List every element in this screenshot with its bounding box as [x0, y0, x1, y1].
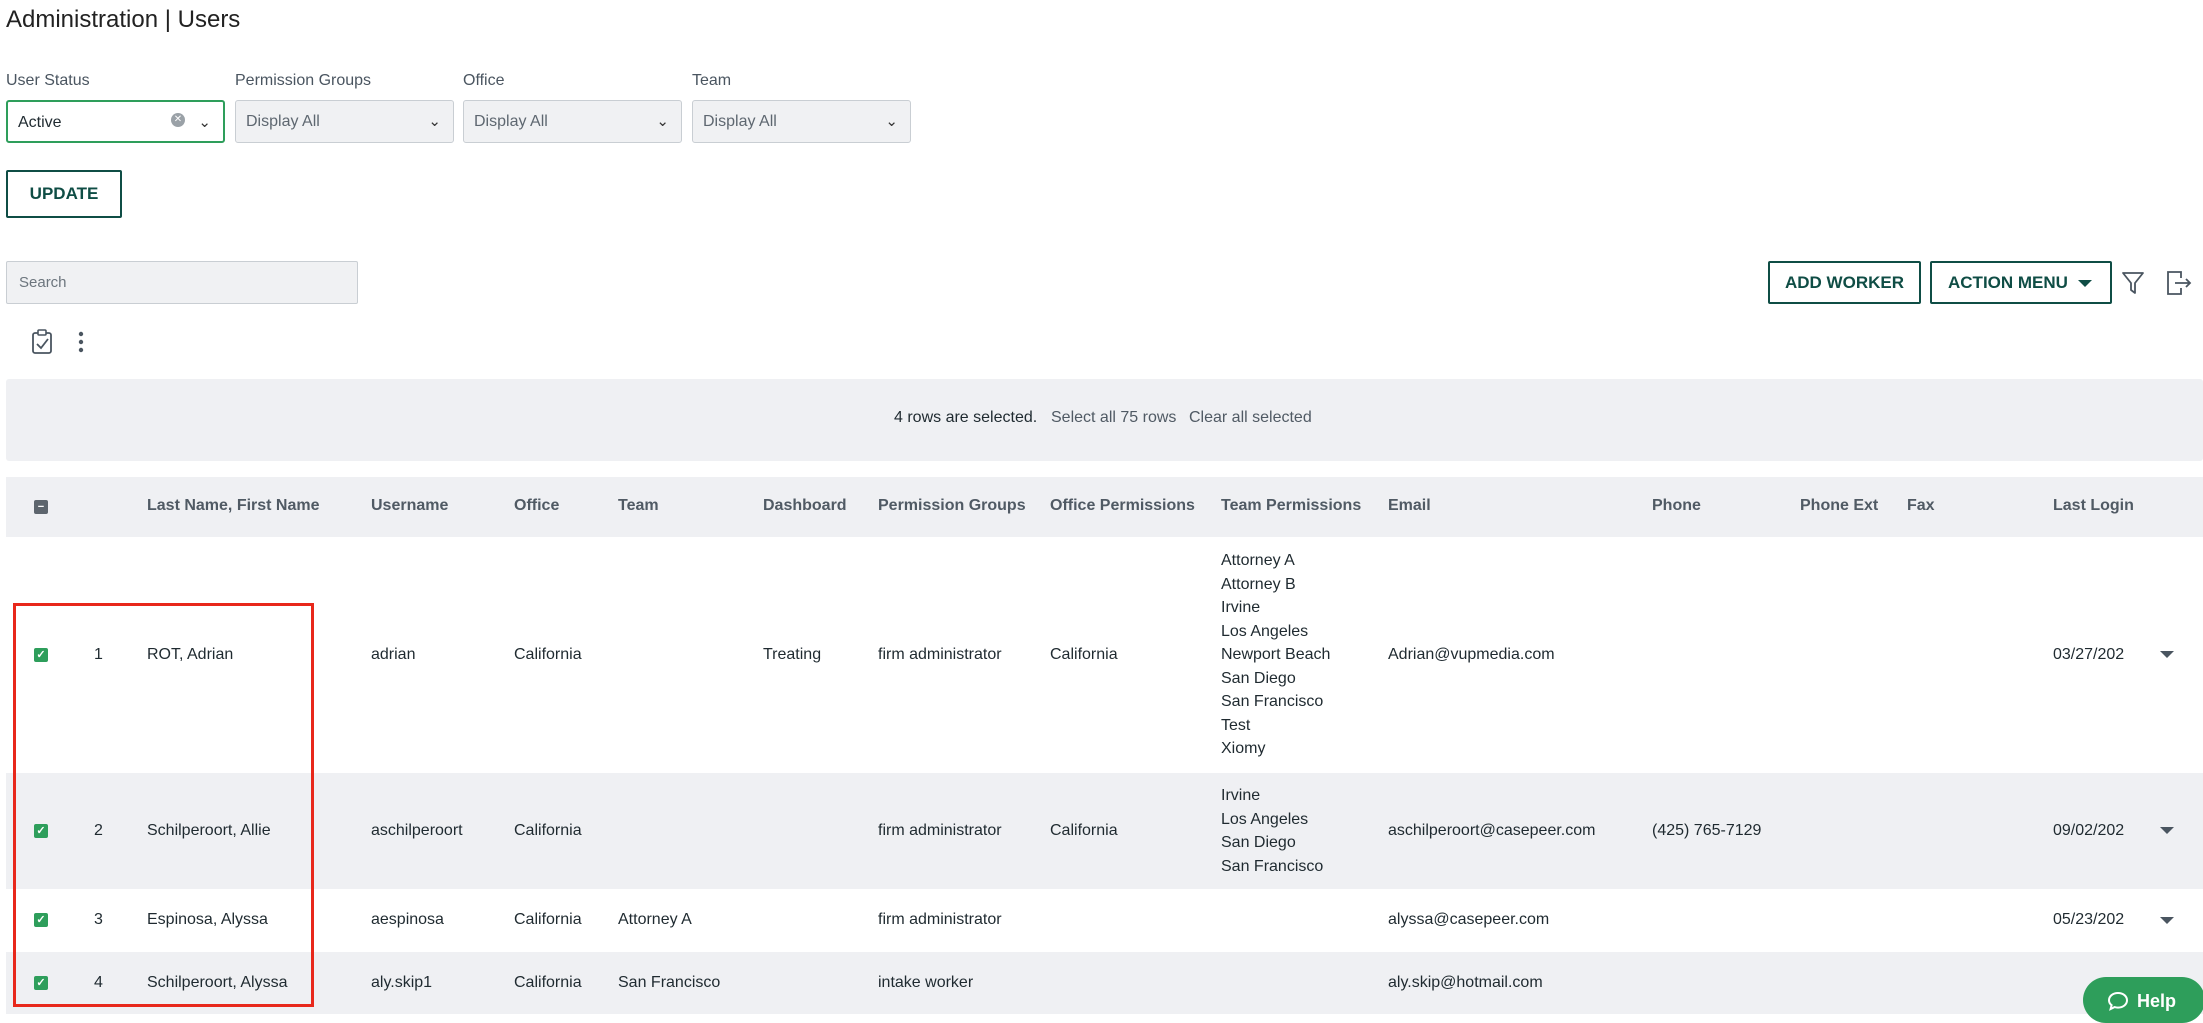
office-select[interactable]: Display All ⌄ [463, 100, 682, 143]
row-number: 2 [94, 822, 103, 839]
clipboard-check-icon[interactable] [30, 329, 54, 360]
username: aschilperoort [371, 822, 463, 839]
username: adrian [371, 646, 416, 663]
row-checkbox[interactable]: ✓ [34, 913, 48, 927]
filter-icon[interactable] [2121, 270, 2145, 301]
chevron-down-icon: ⌄ [885, 113, 898, 130]
email: aschilperoort@casepeer.com [1388, 822, 1596, 839]
filter-label-office: Office [463, 72, 505, 89]
team-permissions: Attorney A Attorney B Irvine Los Angeles… [1221, 552, 1331, 757]
email: alyssa@casepeer.com [1388, 911, 1550, 928]
help-button[interactable]: Help [2083, 977, 2203, 1023]
help-label: Help [2137, 991, 2177, 1011]
action-menu-button[interactable]: ACTION MENU [1930, 261, 2112, 304]
email: Adrian@vupmedia.com [1388, 646, 1555, 663]
row-checkbox[interactable]: ✓ [34, 976, 48, 990]
row-checkbox[interactable]: ✓ [34, 648, 48, 662]
row-number: 1 [94, 646, 103, 663]
row-number: 3 [94, 911, 103, 928]
permission-groups-select[interactable]: Display All ⌄ [235, 100, 454, 143]
office: California [514, 822, 582, 839]
expand-row-icon[interactable] [2160, 651, 2174, 658]
more-options-icon[interactable] [76, 330, 86, 359]
column-header-team-permissions[interactable]: Team Permissions [1221, 497, 1361, 515]
filter-label-user-status: User Status [6, 72, 90, 89]
office: California [514, 974, 582, 991]
row-checkbox[interactable]: ✓ [34, 824, 48, 838]
expand-row-icon[interactable] [2160, 917, 2174, 924]
dashboard: Treating [763, 646, 822, 663]
team-select[interactable]: Display All ⌄ [692, 100, 911, 143]
last-login: 09/02/202 [2053, 822, 2125, 839]
column-header-phone[interactable]: Phone [1652, 497, 1701, 515]
table-row[interactable]: ✓ 2 Schilperoort, Allie aschilperoort Ca… [6, 773, 2203, 889]
clear-all-link[interactable]: Clear all selected [1189, 409, 1312, 427]
chevron-down-icon: ⌄ [428, 113, 441, 130]
column-header-office[interactable]: Office [514, 497, 559, 515]
column-header-permission-groups[interactable]: Permission Groups [878, 497, 1026, 515]
update-button[interactable]: UPDATE [6, 170, 122, 218]
permission-groups-value: Display All [246, 113, 320, 130]
table-row[interactable]: ✓ 3 Espinosa, Alyssa aespinosa Californi… [6, 889, 2203, 952]
user-name[interactable]: Espinosa, Alyssa [147, 908, 268, 932]
username: aespinosa [371, 911, 444, 928]
office: California [514, 911, 582, 928]
permission-groups: intake worker [878, 974, 974, 991]
email: aly.skip@hotmail.com [1388, 974, 1543, 991]
last-login: 05/23/202 [2053, 911, 2125, 928]
add-worker-button[interactable]: ADD WORKER [1768, 261, 1921, 304]
row-number: 4 [94, 974, 103, 991]
last-login: 03/27/202 [2053, 646, 2125, 663]
expand-row-icon[interactable] [2160, 827, 2174, 834]
team-value: Display All [703, 113, 777, 130]
chat-bubble-icon [2107, 991, 2129, 1011]
select-all-checkbox[interactable]: − [34, 500, 48, 514]
column-header-username[interactable]: Username [371, 497, 448, 515]
action-menu-label: ACTION MENU [1948, 273, 2068, 292]
team-permissions: Irvine Los Angeles San Diego San Francis… [1221, 787, 1324, 875]
user-name[interactable]: ROT, Adrian [147, 643, 233, 667]
office: California [514, 646, 582, 663]
column-header-name[interactable]: Last Name, First Name [147, 497, 320, 515]
user-status-value: Active [18, 114, 62, 131]
office-permissions: California [1050, 822, 1118, 839]
column-header-team[interactable]: Team [618, 497, 659, 515]
selection-banner: 4 rows are selected. Select all 75 rows … [6, 379, 2203, 461]
user-status-select[interactable]: Active ✕ ⌄ [6, 100, 225, 143]
column-header-fax[interactable]: Fax [1907, 497, 1935, 515]
column-header-phone-ext[interactable]: Phone Ext [1800, 497, 1878, 515]
user-name[interactable]: Schilperoort, Alyssa [147, 971, 288, 995]
filter-label-permission-groups: Permission Groups [235, 72, 372, 89]
filter-label-team: Team [692, 72, 732, 89]
export-icon[interactable] [2165, 270, 2193, 301]
column-header-dashboard[interactable]: Dashboard [763, 497, 847, 515]
table-row[interactable]: ✓ 1 ROT, Adrian adrian California Treati… [6, 537, 2203, 773]
chevron-down-icon: ⌄ [656, 113, 669, 130]
team: Attorney A [618, 911, 692, 928]
column-header-last-login[interactable]: Last Login [2053, 497, 2134, 515]
username: aly.skip1 [371, 974, 433, 991]
office-permissions: California [1050, 646, 1118, 663]
column-header-office-permissions[interactable]: Office Permissions [1050, 497, 1195, 515]
clear-icon[interactable]: ✕ [171, 113, 185, 127]
phone: (425) 765-7129 [1652, 822, 1762, 839]
caret-down-icon [2078, 280, 2092, 287]
team: San Francisco [618, 974, 721, 991]
permission-groups: firm administrator [878, 822, 1002, 839]
chevron-down-icon: ⌄ [198, 114, 211, 131]
selection-count: 4 rows are selected. [894, 409, 1038, 426]
select-all-link[interactable]: Select all 75 rows [1051, 409, 1176, 427]
table-row[interactable]: ✓ 4 Schilperoort, Alyssa aly.skip1 Calif… [6, 952, 2203, 1014]
table-header: − Last Name, First Name Username Office … [6, 477, 2203, 537]
column-header-email[interactable]: Email [1388, 497, 1431, 515]
user-name[interactable]: Schilperoort, Allie [147, 819, 271, 843]
permission-groups: firm administrator [878, 911, 1002, 928]
office-value: Display All [474, 113, 548, 130]
search-input[interactable] [6, 261, 358, 304]
page-title: Administration | Users [6, 6, 241, 33]
permission-groups: firm administrator [878, 646, 1002, 663]
